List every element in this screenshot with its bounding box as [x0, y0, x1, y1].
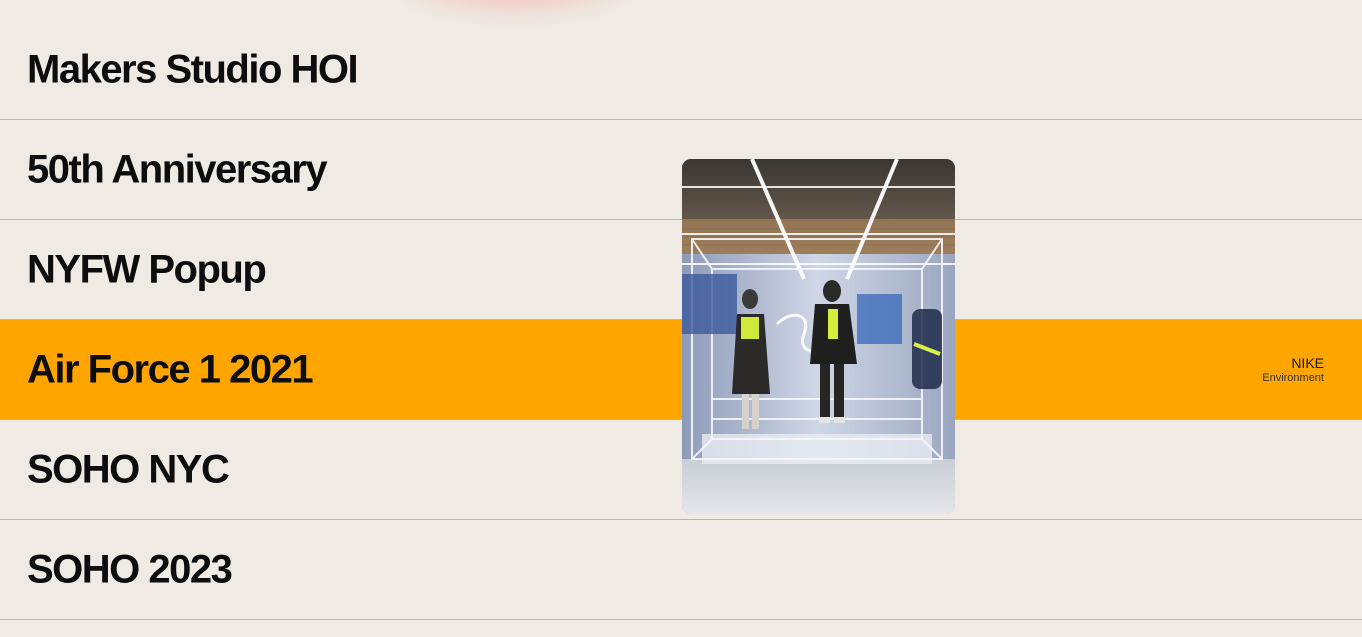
project-meta: NIKE Environment: [1262, 355, 1324, 385]
project-title: Air Force 1 2021: [27, 347, 314, 391]
project-title: 50th Anniversary: [27, 147, 328, 191]
project-title: SOHO 2023: [27, 547, 233, 591]
decorative-glow: [390, 0, 640, 20]
project-title: Makers Studio HOI: [27, 47, 359, 91]
project-list: Makers Studio HOI 50th Anniversary NYFW …: [0, 20, 1362, 620]
project-title: SOHO NYC: [27, 447, 230, 491]
project-row-50th-anniversary[interactable]: 50th Anniversary: [0, 120, 1362, 220]
project-client: NIKE: [1291, 354, 1324, 371]
project-preview-image: [682, 159, 955, 514]
page: Makers Studio HOI 50th Anniversary NYFW …: [0, 0, 1362, 637]
project-row-soho-nyc[interactable]: SOHO NYC: [0, 420, 1362, 520]
project-row-air-force-1-2021[interactable]: Air Force 1 2021 NIKE Environment: [0, 320, 1362, 420]
project-row-soho-2023[interactable]: SOHO 2023: [0, 520, 1362, 620]
project-row-nyfw-popup[interactable]: NYFW Popup: [0, 220, 1362, 320]
project-category: Environment: [1262, 371, 1324, 384]
project-row-makers-studio-hoi[interactable]: Makers Studio HOI: [0, 20, 1362, 120]
project-title: NYFW Popup: [27, 247, 267, 291]
